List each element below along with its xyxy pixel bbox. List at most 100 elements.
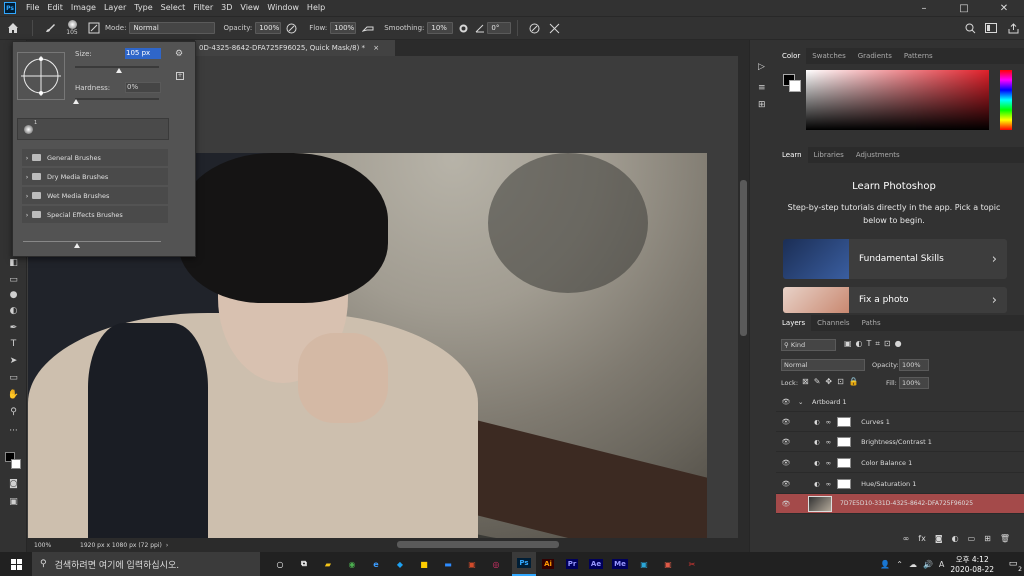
tab-libraries[interactable]: Libraries — [808, 147, 850, 163]
hue-slider[interactable] — [1000, 70, 1012, 130]
screen-mode-icon[interactable]: ▣ — [6, 495, 21, 508]
size-input[interactable]: 105 px — [125, 48, 161, 59]
horizontal-scrollbar[interactable] — [397, 541, 559, 548]
fx-icon[interactable]: fx — [918, 534, 926, 543]
layer-row-selected[interactable]: 👁 7D7E5D10-331D-4325-8642-DFA725F96025 — [776, 494, 1024, 514]
vertical-scrollbar[interactable] — [738, 56, 749, 538]
document-tab[interactable]: 0D-4325-8642-DFA725F96025, Quick Mask/8)… — [195, 40, 395, 56]
trash-icon[interactable]: 🗑 — [1000, 534, 1010, 543]
home-icon[interactable] — [0, 22, 26, 34]
zoom-icon[interactable]: ⚲ — [6, 405, 21, 418]
layer-opacity-field[interactable]: 100% — [899, 359, 929, 371]
smoothing-field[interactable]: 10% — [427, 22, 454, 34]
workspace-icon[interactable] — [980, 23, 1002, 33]
layer-row[interactable]: 👁 ◐ ∞ Brightness/Contrast 1 — [776, 432, 1024, 452]
mode-select[interactable]: Normal — [129, 22, 216, 34]
tab-channels[interactable]: Channels — [811, 315, 855, 331]
taskbar-media-encoder[interactable]: Me — [608, 552, 632, 576]
new-layer-icon[interactable]: ⊞ — [984, 534, 991, 543]
share-icon[interactable] — [1002, 22, 1024, 34]
flow-field[interactable]: 100% — [330, 22, 357, 34]
app-icon[interactable]: ✂ — [680, 552, 704, 576]
folder-dry-media-brushes[interactable]: › Dry Media Brushes — [22, 168, 168, 185]
menu-help[interactable]: Help — [303, 0, 329, 16]
more-tools-icon[interactable]: ··· — [6, 424, 21, 437]
app-icon[interactable]: ▣ — [632, 552, 656, 576]
visibility-eye-icon[interactable]: 👁 — [780, 418, 792, 426]
menu-filter[interactable]: Filter — [189, 0, 217, 16]
adjustment-icon[interactable]: ◐ — [952, 534, 959, 543]
tab-gradients[interactable]: Gradients — [852, 48, 898, 64]
close-tab-icon[interactable]: × — [373, 44, 379, 52]
twitter-icon[interactable]: ◆ — [388, 552, 412, 576]
pressure-opacity-icon[interactable] — [281, 23, 301, 34]
layer-filter-icons[interactable]: ▣◐T⌗⊡● — [844, 339, 906, 349]
chevron-right-icon[interactable]: › — [166, 542, 168, 549]
minimize-button[interactable]: – — [904, 0, 944, 16]
hardness-input[interactable]: 0% — [125, 82, 161, 93]
cortana-icon[interactable]: ○ — [268, 552, 292, 576]
layer-row[interactable]: 👁 ◐ ∞ Color Balance 1 — [776, 453, 1024, 473]
type-icon[interactable]: T — [6, 337, 21, 350]
fill-field[interactable]: 100% — [899, 377, 929, 389]
tab-layers[interactable]: Layers — [776, 315, 812, 331]
layer-row[interactable]: 👁 ◐ ∞ Hue/Saturation 1 — [776, 474, 1024, 494]
chevron-down-icon[interactable]: ⌄ — [798, 398, 808, 406]
airbrush-icon[interactable] — [356, 23, 380, 34]
dodge-icon[interactable]: ◐ — [6, 304, 21, 317]
tutorial-card-fix-a-photo[interactable]: Fix a photo › — [783, 287, 1007, 313]
search-icon[interactable] — [960, 23, 980, 34]
menu-view[interactable]: View — [236, 0, 263, 16]
menu-file[interactable]: File — [22, 0, 43, 16]
layer-mask-thumbnail[interactable] — [837, 457, 852, 468]
color-field[interactable] — [806, 70, 989, 130]
visibility-eye-icon[interactable]: 👁 — [780, 480, 792, 488]
visibility-eye-icon[interactable]: 👁 — [780, 500, 792, 508]
tab-learn[interactable]: Learn — [776, 147, 808, 163]
taskbar-illustrator[interactable]: Ai — [536, 552, 560, 576]
menu-type[interactable]: Type — [130, 0, 156, 16]
symmetry-icon[interactable] — [544, 23, 564, 34]
blur-icon[interactable]: ● — [6, 288, 21, 301]
layer-mask-thumbnail[interactable] — [837, 478, 852, 489]
preview-size-slider[interactable] — [23, 241, 161, 242]
tab-adjustments[interactable]: Adjustments — [850, 147, 906, 163]
app-icon[interactable]: ▣ — [460, 552, 484, 576]
background-color-swatch[interactable] — [11, 459, 21, 469]
folder-general-brushes[interactable]: › General Brushes — [22, 149, 168, 166]
new-preset-icon[interactable]: + — [176, 72, 184, 80]
clock[interactable]: 오후 4:12 2020-08-22 — [950, 554, 994, 574]
adjust-icon[interactable]: ⊞ — [758, 100, 766, 110]
brush-settings-icon[interactable] — [83, 22, 105, 34]
chevron-up-icon[interactable]: ⌃ — [896, 560, 903, 569]
visibility-eye-icon[interactable]: 👁 — [780, 398, 792, 406]
quick-mask-icon[interactable]: ◙ — [6, 477, 21, 490]
paint-bucket-icon[interactable]: ◧ — [6, 256, 21, 269]
smoothing-settings-gear-icon[interactable] — [453, 23, 473, 34]
network-icon[interactable]: ☁ — [909, 560, 917, 569]
filter-kind-select[interactable]: ⚲ Kind — [781, 339, 836, 351]
pen-icon[interactable]: ✒ — [6, 321, 21, 334]
folder-wet-media-brushes[interactable]: › Wet Media Brushes — [22, 187, 168, 204]
hardness-slider[interactable] — [75, 98, 159, 100]
pressure-size-icon[interactable] — [524, 23, 544, 34]
volume-icon[interactable]: 🔊 — [923, 560, 933, 569]
taskbar-after-effects[interactable]: Ae — [584, 552, 608, 576]
layer-mask-thumbnail[interactable] — [837, 436, 852, 447]
taskbar-premiere[interactable]: Pr — [560, 552, 584, 576]
size-slider-thumb[interactable] — [116, 68, 122, 73]
brush-angle-preview[interactable] — [17, 52, 65, 100]
tab-color[interactable]: Color — [776, 48, 807, 64]
tutorial-card-fundamental-skills[interactable]: Fundamental Skills › — [783, 239, 1007, 279]
menu-3d[interactable]: 3D — [217, 0, 236, 16]
preview-size-slider-thumb[interactable] — [74, 243, 80, 248]
menu-select[interactable]: Select — [157, 0, 190, 16]
tab-patterns[interactable]: Patterns — [898, 48, 939, 64]
background-color[interactable] — [789, 80, 801, 92]
zoom-level[interactable]: 100% — [34, 542, 74, 549]
file-explorer-icon[interactable]: ▰ — [316, 552, 340, 576]
taskbar-photoshop[interactable]: Ps — [512, 552, 536, 576]
hand-icon[interactable]: ✋ — [6, 388, 21, 401]
rectangle-icon[interactable]: ▭ — [6, 371, 21, 384]
path-selection-icon[interactable]: ➤ — [6, 354, 21, 367]
